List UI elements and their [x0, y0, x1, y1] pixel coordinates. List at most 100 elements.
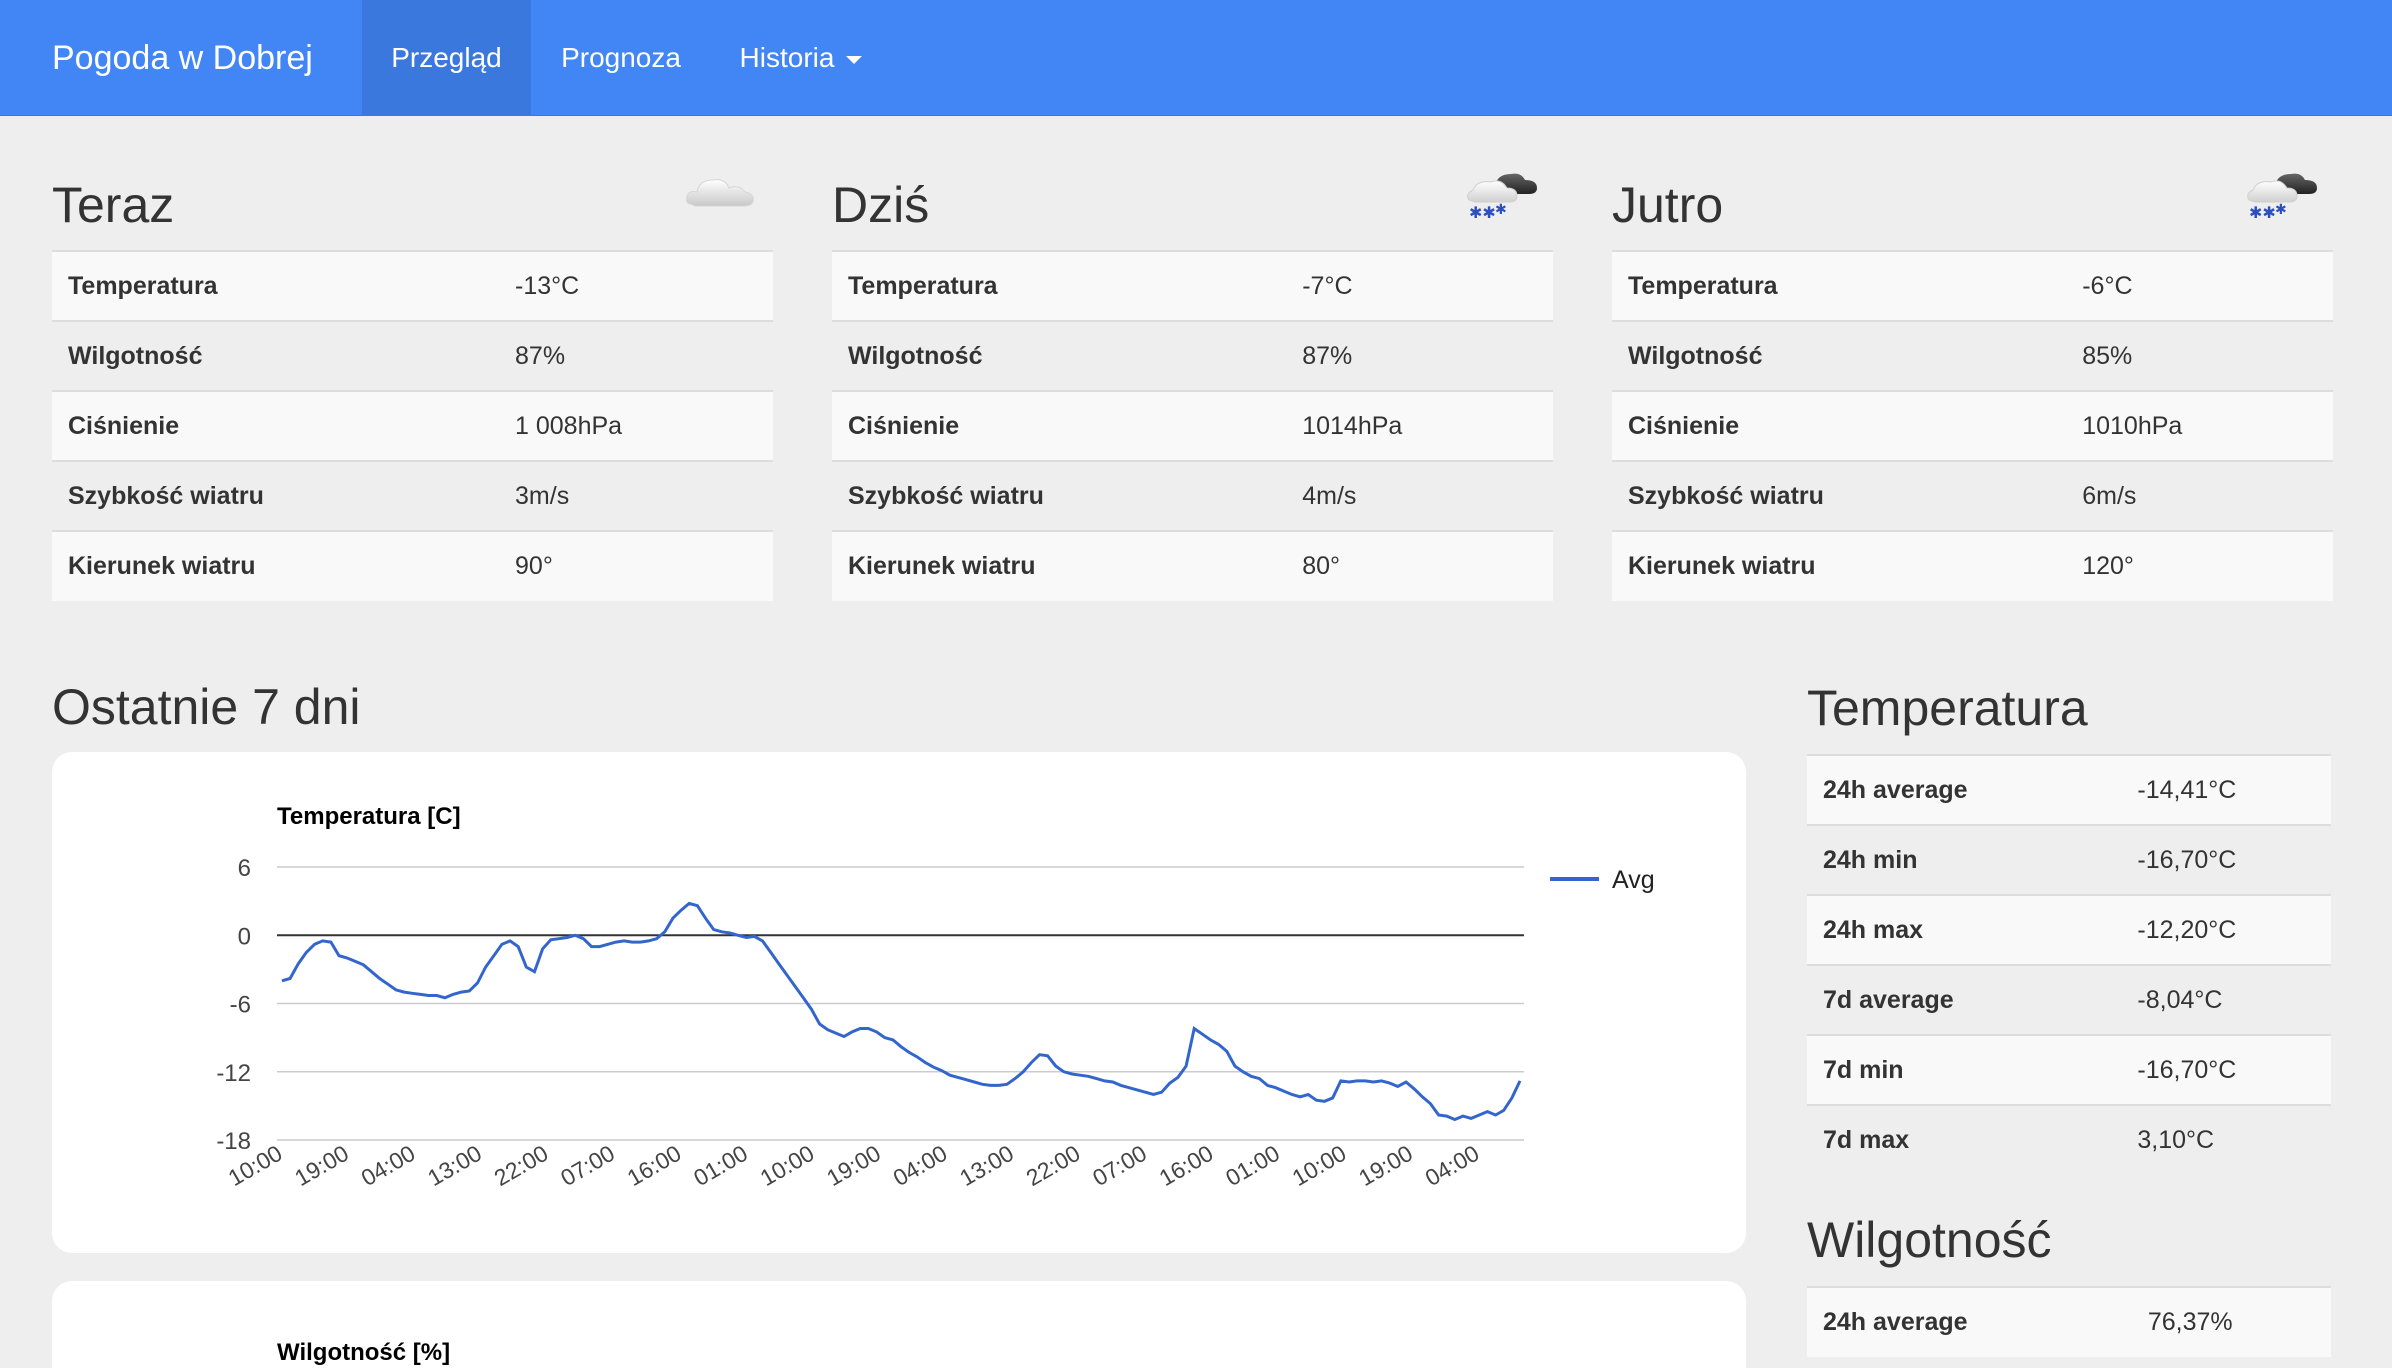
x-tick-label: 07:00	[1088, 1140, 1151, 1191]
humidity-chart-card: Wilgotność [%]	[52, 1281, 1746, 1368]
panel-teraz: Teraz Temperatura -13°C Wilgotność 87% Ciś…	[52, 150, 773, 601]
table-row: 7d max 3,10°C	[1807, 1104, 2331, 1175]
table-row: 7d average -8,04°C	[1807, 964, 2331, 1035]
svg-text:✱✱: ✱✱	[2249, 203, 2276, 222]
panel-jutro: Jutro ✱✱ ✱ Temperatura -6°C Wilgotność 85%…	[1612, 150, 2333, 601]
table-row: Temperatura -7°C	[832, 250, 1553, 321]
row-label: 7d max	[1807, 1104, 2122, 1175]
table-row: Temperatura -6°C	[1612, 250, 2333, 321]
row-label: Wilgotność	[52, 320, 500, 391]
row-value: -16,70°C	[2121, 824, 2331, 895]
x-axis-ticks: 10:00 19:00 04:00 13:00 22:00 07:00 16:00 01:00…	[224, 1140, 1484, 1191]
brand-link[interactable]: Pogoda w Dobrej	[52, 0, 313, 116]
x-tick-label: 01:00	[1221, 1140, 1284, 1191]
caret-down-icon	[846, 55, 863, 64]
stats-temperatura: Temperatura 24h average -14,41°C 24h min -…	[1807, 678, 2331, 1175]
section-title-last7: Ostatnie 7 dni	[52, 679, 361, 735]
chart-legend: Avg	[1550, 866, 1655, 894]
stats-temperature-table: 24h average -14,41°C 24h min -16,70°C 24h …	[1807, 754, 2331, 1175]
row-value: -14,41°C	[2121, 754, 2331, 825]
snow-cloud-icon: ✱✱ ✱	[1467, 173, 1537, 222]
nav-item-historia[interactable]: Historia	[711, 0, 891, 116]
row-value: 6m/s	[2066, 460, 2333, 531]
y-tick-label: -18	[216, 1128, 251, 1155]
x-tick-label: 04:00	[889, 1140, 952, 1191]
row-value: 4m/s	[1286, 460, 1553, 531]
cloud-icon	[686, 179, 754, 207]
y-axis-ticks: 6 0 -6 -12 -18	[216, 855, 251, 1155]
row-value: 1010hPa	[2066, 390, 2333, 461]
row-value: -6°C	[2066, 250, 2333, 321]
nav-item-przeglad[interactable]: Przegląd	[362, 0, 531, 116]
x-tick-label: 16:00	[623, 1140, 686, 1191]
row-label: Ciśnienie	[832, 390, 1287, 461]
stats-title: Wilgotność	[1807, 1212, 2052, 1268]
table-row: Kierunek wiatru 120°	[1612, 530, 2333, 601]
x-tick-label: 01:00	[689, 1140, 752, 1191]
x-tick-label: 04:00	[357, 1140, 420, 1191]
row-value: -7°C	[1286, 250, 1553, 321]
current-weather-table: Temperatura -13°C Wilgotność 87% Ciśnienie…	[52, 250, 773, 601]
row-value: 1 008hPa	[499, 390, 773, 461]
row-value: 80°	[1286, 530, 1553, 601]
stats-humidity-table: 24h average 76,37%	[1807, 1286, 2331, 1357]
table-row: Szybkość wiatru 3m/s	[52, 460, 773, 531]
row-label: Temperatura	[52, 250, 500, 321]
temperature-chart: Temperatura [C] 60-6-12-18 10:00 19:00 04:…	[216, 803, 1655, 1191]
row-label: Wilgotność	[1612, 320, 2067, 391]
x-tick-label: 07:00	[556, 1140, 619, 1191]
table-row: Temperatura -13°C	[52, 250, 773, 321]
x-tick-label: 10:00	[756, 1140, 819, 1191]
temperature-chart-card: Temperatura [C] 6 0 -6 -12 -18 10:00 19:00 04:…	[52, 752, 1746, 1253]
x-tick-label: 19:00	[1354, 1140, 1417, 1191]
row-value: 1014hPa	[1286, 390, 1553, 461]
row-label: 24h max	[1807, 894, 2122, 965]
x-tick-label: 19:00	[290, 1140, 353, 1191]
table-row: Ciśnienie 1014hPa	[832, 390, 1553, 461]
row-label: Szybkość wiatru	[832, 460, 1287, 531]
row-label: Kierunek wiatru	[52, 530, 500, 601]
row-label: 24h average	[1807, 1286, 2132, 1357]
x-tick-label: 04:00	[1421, 1140, 1484, 1191]
humidity-chart: Wilgotność [%]	[277, 1339, 450, 1366]
table-row: Ciśnienie 1010hPa	[1612, 390, 2333, 461]
stats-title: Temperatura	[1807, 680, 2088, 736]
table-row: Szybkość wiatru 4m/s	[832, 460, 1553, 531]
row-label: Temperatura	[832, 250, 1287, 321]
table-row: Szybkość wiatru 6m/s	[1612, 460, 2333, 531]
row-label: Szybkość wiatru	[1612, 460, 2067, 531]
table-row: 24h min -16,70°C	[1807, 824, 2331, 895]
table-row: Wilgotność 87%	[52, 320, 773, 391]
table-row: Kierunek wiatru 90°	[52, 530, 773, 601]
row-label: Szybkość wiatru	[52, 460, 500, 531]
row-value: -16,70°C	[2121, 1034, 2331, 1105]
row-label: 24h average	[1807, 754, 2122, 825]
x-tick-label: 16:00	[1155, 1140, 1218, 1191]
x-tick-label: 22:00	[1022, 1140, 1085, 1191]
row-value: 90°	[499, 530, 773, 601]
row-label: Kierunek wiatru	[832, 530, 1287, 601]
row-value: 3,10°C	[2121, 1104, 2331, 1175]
svg-text:✱✱: ✱✱	[1469, 203, 1496, 222]
navbar: Pogoda w Dobrej Przegląd Prognoza Histor…	[0, 0, 2392, 116]
chart-gridlines	[277, 866, 1524, 1141]
nav-item-prognoza[interactable]: Prognoza	[531, 0, 711, 116]
table-row: Wilgotność 85%	[1612, 320, 2333, 391]
today-weather-table: Temperatura -7°C Wilgotność 87% Ciśnienie 1…	[832, 250, 1553, 601]
y-tick-label: -12	[216, 1060, 251, 1087]
row-value: -12,20°C	[2121, 894, 2331, 965]
svg-text:✱: ✱	[1495, 202, 1507, 218]
row-value: -13°C	[499, 250, 773, 321]
row-value: 85%	[2066, 320, 2333, 391]
nav-item-historia-label: Historia	[739, 42, 835, 73]
row-label: Ciśnienie	[1612, 390, 2067, 461]
y-tick-label: -6	[230, 992, 251, 1019]
legend-label-avg: Avg	[1612, 866, 1655, 894]
chart-title: Temperatura [C]	[277, 803, 461, 830]
row-value: 87%	[1286, 320, 1553, 391]
x-tick-label: 10:00	[1288, 1140, 1351, 1191]
table-row: 24h average 76,37%	[1807, 1286, 2331, 1357]
row-label: 7d average	[1807, 964, 2122, 1035]
row-label: Ciśnienie	[52, 390, 500, 461]
table-row: 24h average -14,41°C	[1807, 754, 2331, 825]
